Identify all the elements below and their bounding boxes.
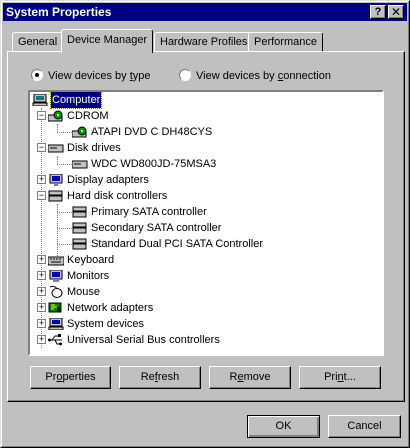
tree-node-label: Monitors: [67, 270, 110, 282]
close-icon: ✕: [390, 5, 402, 19]
view-by-connection-radio[interactable]: View devices by connection: [179, 69, 331, 83]
computer-icon: [32, 94, 48, 106]
tree-branch-line: [57, 124, 58, 132]
remove-button[interactable]: Remove: [209, 366, 291, 389]
tab-label: Device Manager: [67, 34, 148, 46]
view-by-type-radio[interactable]: View devices by type: [31, 69, 151, 83]
button-label-pre: Pri: [324, 371, 338, 383]
tree-node-label: ATAPI DVD C DH48CYS: [91, 126, 213, 138]
usb-icon: [48, 334, 62, 346]
tree-node-label: Secondary SATA controller: [91, 222, 222, 234]
radio-label-pre: View devices by: [48, 70, 130, 82]
system-devices-icon: [48, 318, 64, 330]
network-adapter-icon: [48, 302, 62, 313]
expand-toggle[interactable]: +: [37, 303, 46, 312]
tree-node-label: Hard disk controllers: [67, 190, 168, 202]
expand-toggle[interactable]: +: [37, 335, 46, 344]
tree-node-label: Computer: [49, 92, 103, 109]
button-label-post: resh: [157, 371, 180, 383]
tree-branch-line: [57, 228, 72, 229]
tab-performance[interactable]: Performance: [248, 32, 323, 52]
tree-node-label: Disk drives: [67, 142, 121, 154]
button-label: Cancel: [347, 420, 382, 432]
tree-branch-line: [57, 132, 72, 133]
hard-disk-controller-icon: [48, 190, 63, 202]
refresh-button[interactable]: Refresh: [119, 366, 201, 389]
radio-label-post: onnection: [283, 70, 331, 82]
collapse-toggle[interactable]: −: [37, 191, 46, 200]
tab-hardware-profiles[interactable]: Hardware Profiles: [154, 32, 254, 52]
display-adapter-icon: [49, 174, 63, 186]
disk-drive-icon: [72, 160, 88, 169]
device-tree[interactable]: Computer − CDROM ATAPI DVD C DH48CYS − D…: [28, 90, 384, 356]
button-label-post: move: [243, 371, 271, 383]
tree-node-label: CDROM: [67, 110, 109, 122]
tree-node-label: WDC WD800JD-75MSA3: [91, 158, 217, 170]
tree-node-label: Mouse: [67, 286, 101, 298]
expand-toggle[interactable]: +: [37, 175, 46, 184]
tab-general[interactable]: General: [12, 32, 64, 52]
title-bar[interactable]: System Properties ? ✕: [3, 3, 407, 21]
keyboard-icon: [48, 256, 64, 266]
tree-branch-line: [57, 156, 58, 164]
system-properties-window: System Properties ? ✕ General Device Man…: [0, 0, 410, 448]
monitor-icon: [49, 270, 63, 282]
ok-button[interactable]: OK: [247, 415, 320, 438]
mouse-icon: [49, 286, 63, 298]
button-label: OK: [275, 420, 292, 432]
tab-label: Hardware Profiles: [160, 36, 248, 48]
button-label-pre: Re: [140, 371, 155, 383]
collapse-toggle[interactable]: −: [37, 111, 46, 120]
close-button[interactable]: ✕: [388, 5, 404, 19]
radio-unchecked-icon: [179, 69, 191, 81]
help-icon: ?: [374, 6, 382, 18]
cdrom-icon: [72, 126, 87, 138]
hard-disk-controller-icon: [72, 238, 87, 250]
expand-toggle[interactable]: +: [37, 271, 46, 280]
cancel-button[interactable]: Cancel: [328, 415, 401, 438]
button-label-post: perties: [62, 371, 96, 383]
button-label-pre: Pr: [45, 371, 57, 383]
tree-node-label: Universal Serial Bus controllers: [67, 334, 220, 346]
tab-device-manager[interactable]: Device Manager: [61, 29, 154, 53]
properties-button[interactable]: Properties: [30, 366, 111, 389]
tree-branch-line: [57, 244, 72, 245]
expand-toggle[interactable]: +: [37, 255, 46, 264]
tree-node-label: Network adapters: [67, 302, 154, 314]
tree-node-label: Primary SATA controller: [91, 206, 207, 218]
tree-branch-line: [57, 212, 72, 213]
tree-node-label: Keyboard: [67, 254, 115, 266]
cdrom-icon: [48, 110, 63, 122]
tab-label: Performance: [254, 36, 317, 48]
collapse-toggle[interactable]: −: [37, 143, 46, 152]
radio-label-post: ype: [132, 70, 151, 82]
tab-label: General: [18, 36, 58, 48]
hard-disk-controller-icon: [72, 222, 87, 234]
print-button[interactable]: Print...: [299, 366, 381, 389]
active-tab-join: [62, 51, 151, 53]
tree-node-label: System devices: [67, 318, 145, 330]
help-button[interactable]: ?: [370, 5, 386, 19]
expand-toggle[interactable]: +: [37, 287, 46, 296]
tree-node-label: Standard Dual PCI SATA Controller: [91, 238, 264, 250]
radio-checked-icon: [31, 69, 43, 81]
hard-disk-controller-icon: [72, 206, 87, 218]
disk-drive-icon: [48, 144, 64, 153]
radio-label-pre: View devices by: [196, 70, 278, 82]
window-title: System Properties: [6, 5, 112, 19]
tree-branch-line: [57, 164, 72, 165]
button-label-post: t...: [343, 371, 356, 383]
expand-toggle[interactable]: +: [37, 319, 46, 328]
tree-node-label: Display adapters: [67, 174, 149, 186]
